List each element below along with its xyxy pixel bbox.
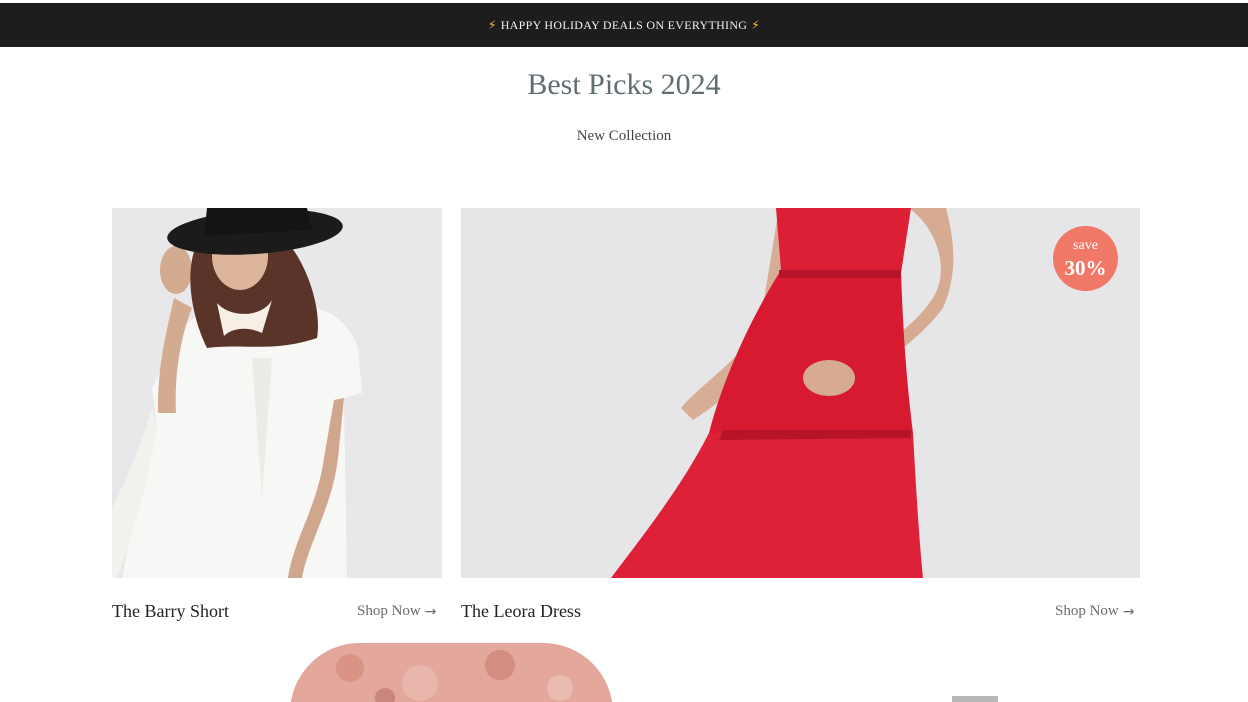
floral-pattern-illustration bbox=[290, 643, 613, 702]
section-subtitle: New Collection bbox=[576, 128, 672, 144]
shop-now-link-barry-short[interactable]: Shop Now → bbox=[357, 603, 437, 620]
model-white-outfit-illustration bbox=[112, 208, 442, 578]
announcement-bar: ⚡ HAPPY HOLIDAY DEALS ON EVERYTHING ⚡ bbox=[0, 3, 1248, 47]
next-product-image-peek-right bbox=[952, 696, 998, 702]
section-title: Best Picks 2024 bbox=[527, 68, 721, 101]
discount-badge-percent: 30% bbox=[1064, 255, 1107, 280]
shop-now-label: Shop Now bbox=[1055, 603, 1119, 619]
model-red-dress-illustration bbox=[461, 208, 1140, 578]
next-product-image-peek[interactable] bbox=[290, 643, 613, 702]
arrow-right-icon: → bbox=[424, 603, 437, 620]
discount-badge-label: save bbox=[1073, 237, 1098, 253]
shop-now-link-leora-dress[interactable]: Shop Now → bbox=[1055, 603, 1135, 620]
lightning-bolt-icon: ⚡ bbox=[751, 18, 761, 32]
lightning-bolt-icon: ⚡ bbox=[487, 18, 497, 32]
arrow-right-icon: → bbox=[1122, 603, 1135, 620]
shop-now-label: Shop Now bbox=[357, 603, 421, 619]
product-image-leora-dress[interactable]: save 30% bbox=[461, 208, 1140, 578]
discount-badge: save 30% bbox=[1053, 226, 1118, 291]
product-image-barry-short[interactable] bbox=[112, 208, 442, 578]
product-name-leora-dress[interactable]: The Leora Dress bbox=[461, 601, 581, 622]
announcement-text: HAPPY HOLIDAY DEALS ON EVERYTHING bbox=[500, 17, 748, 32]
product-name-barry-short[interactable]: The Barry Short bbox=[112, 601, 229, 622]
